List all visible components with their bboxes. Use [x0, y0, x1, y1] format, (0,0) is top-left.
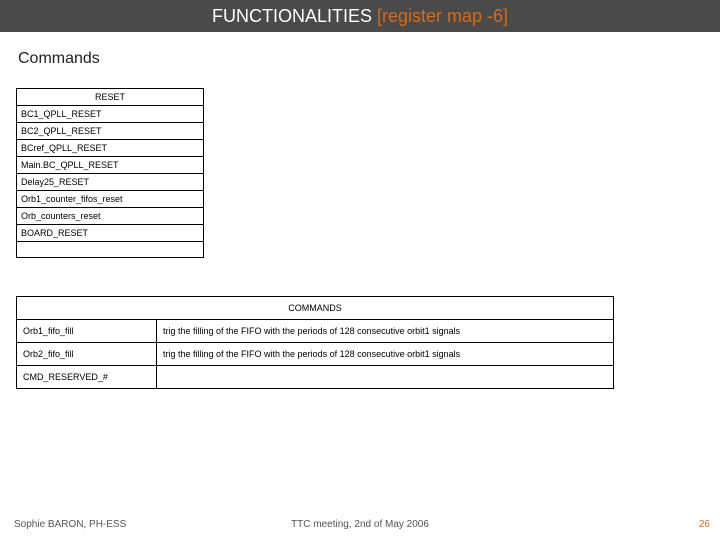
- command-name: CMD_RESERVED_#: [17, 366, 157, 389]
- reset-cell: [17, 242, 204, 258]
- table-row: Orb1_counter_fifos_reset: [17, 191, 204, 208]
- reset-cell: Orb_counters_reset: [17, 208, 204, 225]
- reset-cell: Delay25_RESET: [17, 174, 204, 191]
- reset-table: RESET BC1_QPLL_RESET BC2_QPLL_RESET BCre…: [16, 88, 204, 258]
- section-heading: Commands: [18, 50, 100, 68]
- reset-cell: BC1_QPLL_RESET: [17, 106, 204, 123]
- slide: FUNCTIONALITIES [register map -6] Comman…: [0, 0, 720, 540]
- reset-table-header: RESET: [17, 89, 204, 106]
- table-row: Orb1_fifo_fill trig the filling of the F…: [17, 320, 614, 343]
- reset-cell: BOARD_RESET: [17, 225, 204, 242]
- footer-page-number: 26: [699, 519, 710, 530]
- command-desc: [157, 366, 614, 389]
- command-desc: trig the filling of the FIFO with the pe…: [157, 320, 614, 343]
- table-row: Orb_counters_reset: [17, 208, 204, 225]
- table-row: COMMANDS: [17, 297, 614, 320]
- reset-cell: Main.BC_QPLL_RESET: [17, 157, 204, 174]
- table-row: CMD_RESERVED_#: [17, 366, 614, 389]
- table-row: Main.BC_QPLL_RESET: [17, 157, 204, 174]
- table-row: BC2_QPLL_RESET: [17, 123, 204, 140]
- command-desc: trig the filling of the FIFO with the pe…: [157, 343, 614, 366]
- commands-table: COMMANDS Orb1_fifo_fill trig the filling…: [16, 296, 614, 389]
- commands-table-header: COMMANDS: [17, 297, 614, 320]
- reset-cell: Orb1_counter_fifos_reset: [17, 191, 204, 208]
- command-name: Orb1_fifo_fill: [17, 320, 157, 343]
- footer-author: Sophie BARON, PH-ESS: [14, 519, 126, 530]
- title-label-left: FUNCTIONALITIES: [212, 6, 377, 26]
- table-row: [17, 242, 204, 258]
- table-row: BCref_QPLL_RESET: [17, 140, 204, 157]
- table-row: RESET: [17, 89, 204, 106]
- table-row: BC1_QPLL_RESET: [17, 106, 204, 123]
- title-label-right: [register map -6]: [377, 6, 508, 26]
- table-row: Delay25_RESET: [17, 174, 204, 191]
- table-row: Orb2_fifo_fill trig the filling of the F…: [17, 343, 614, 366]
- table-row: BOARD_RESET: [17, 225, 204, 242]
- reset-cell: BCref_QPLL_RESET: [17, 140, 204, 157]
- reset-cell: BC2_QPLL_RESET: [17, 123, 204, 140]
- footer-meeting: TTC meeting, 2nd of May 2006: [291, 519, 429, 530]
- title-bar: FUNCTIONALITIES [register map -6]: [0, 0, 720, 32]
- command-name: Orb2_fifo_fill: [17, 343, 157, 366]
